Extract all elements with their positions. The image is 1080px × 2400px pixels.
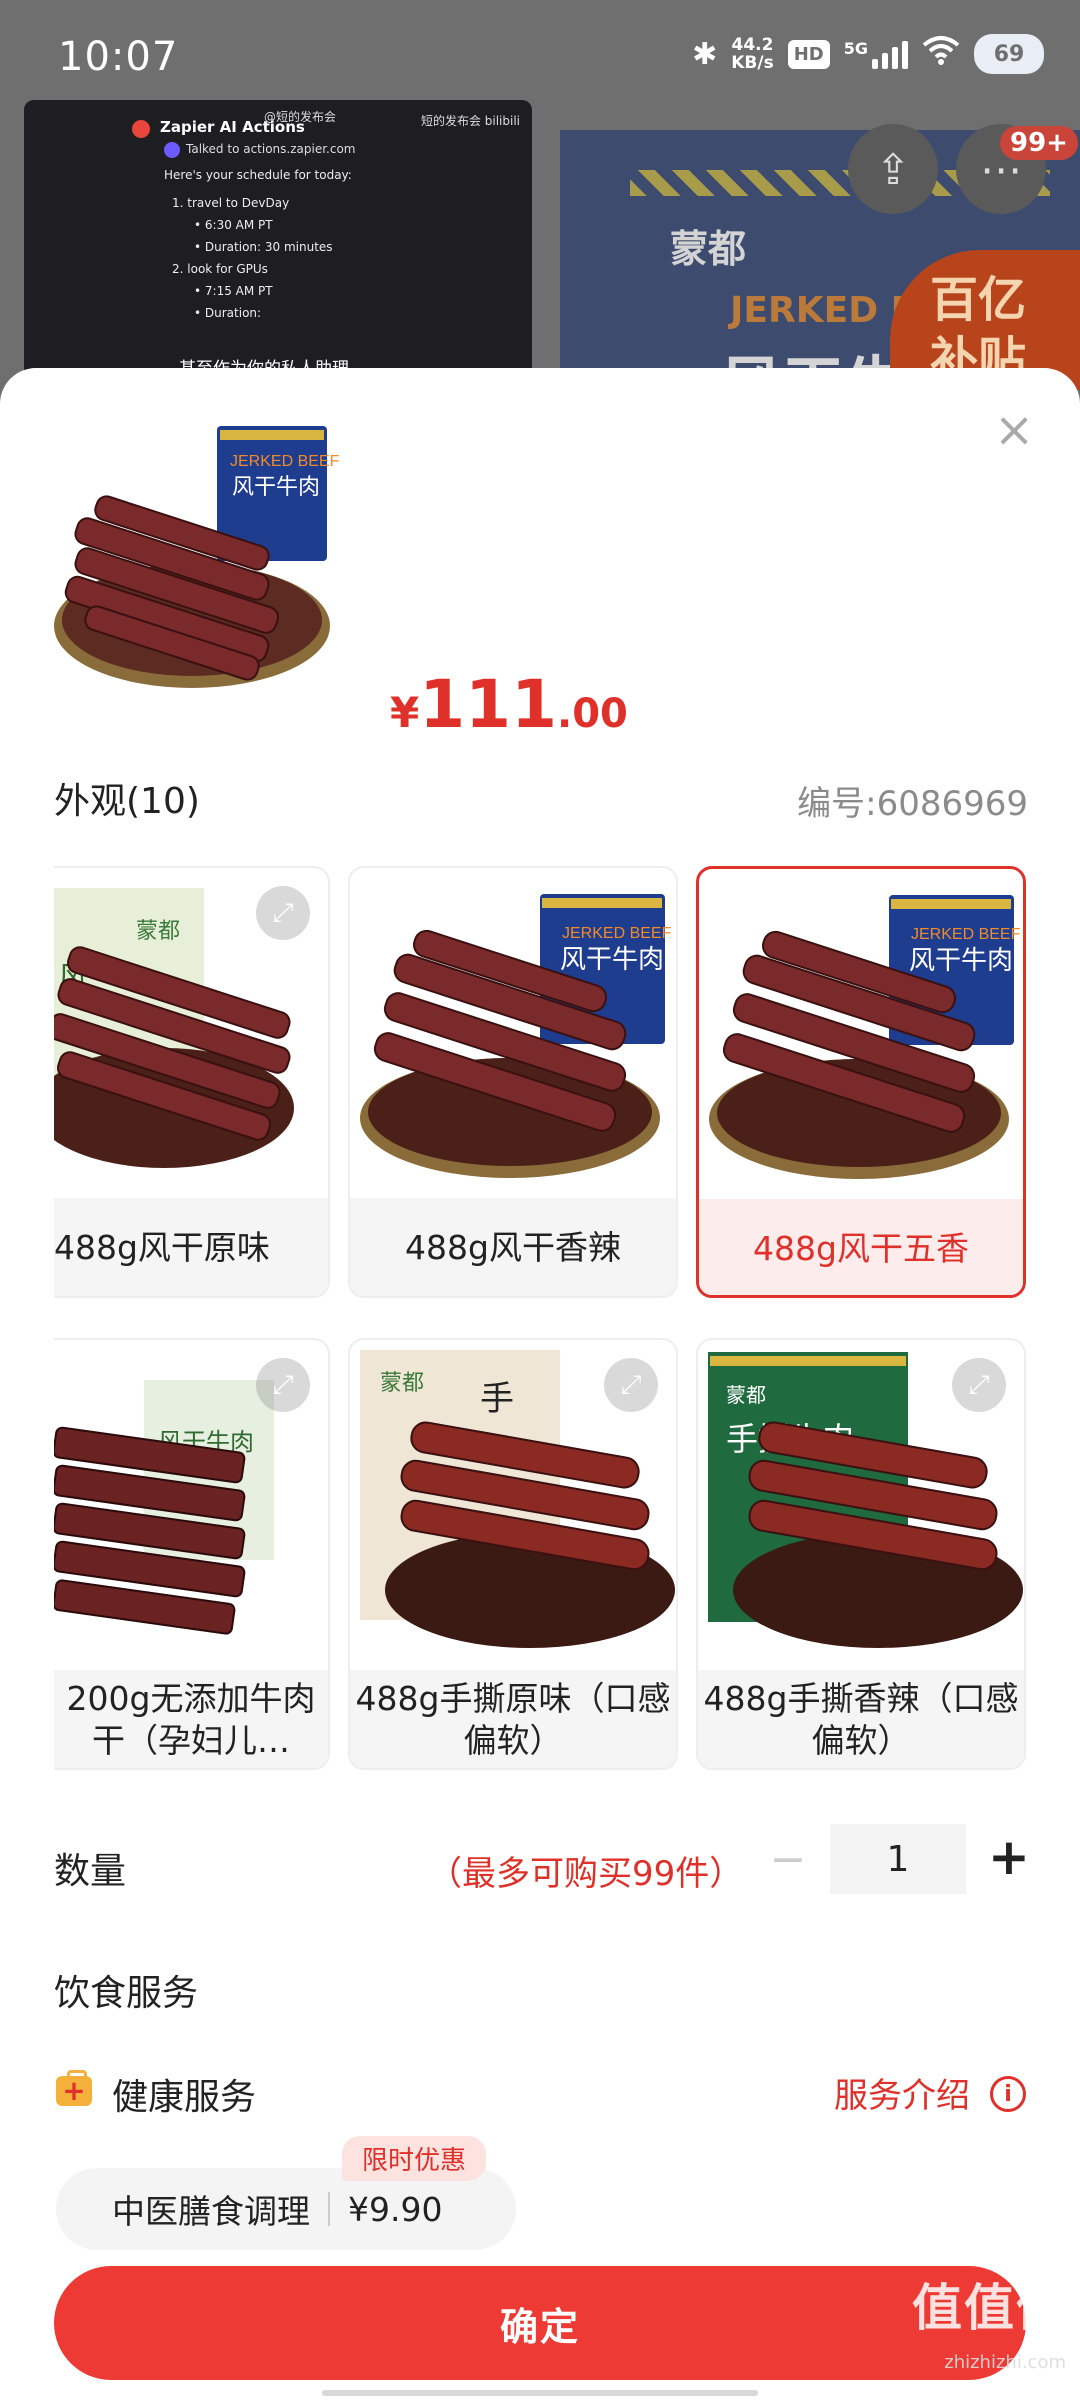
video-item-1: 1. travel to DevDay: [172, 196, 290, 210]
expand-icon[interactable]: ⤢: [952, 1358, 1006, 1412]
video-item-1a: • 6:30 AM PT: [194, 218, 273, 232]
video-talked: Talked to actions.zapier.com: [186, 142, 356, 156]
quantity-limit: （最多可购买99件）: [428, 1854, 744, 1894]
option-label: 488g手撕香辣（口感偏软）: [698, 1670, 1024, 1768]
option-card-selected[interactable]: JERKED BEEF 风干牛肉 488g风干五香: [696, 866, 1026, 1298]
svg-text:蒙都: 蒙都: [136, 919, 180, 944]
quantity-title: 数量: [54, 1851, 127, 1892]
option-card[interactable]: 蒙都 风 ⤢ 488g风干原味: [54, 866, 330, 1298]
share-icon[interactable]: ⇪: [848, 124, 938, 214]
sku-code: 编号:6086969: [797, 784, 1028, 824]
svg-text:风干牛肉: 风干牛肉: [232, 475, 320, 500]
option-image: JERKED BEEF 风干牛肉: [699, 869, 1023, 1199]
option-card[interactable]: JERKED BEEF 风干牛肉 488g风干香辣: [348, 866, 678, 1298]
background-brand: 蒙都: [670, 227, 747, 271]
health-service-label: 健康服务: [112, 2077, 257, 2118]
wifi-icon: [922, 35, 960, 73]
floating-video-window[interactable]: @短的发布会 短的发布会 bilibili Zapier AI Actions …: [24, 100, 532, 382]
video-item-2a: • 7:15 AM PT: [194, 284, 273, 298]
quantity-input[interactable]: 1: [830, 1824, 966, 1894]
product-main-image[interactable]: JERKED BEEF 风干牛肉: [52, 426, 342, 696]
option-label: 488g风干五香: [699, 1199, 1023, 1295]
expand-icon[interactable]: ⤢: [256, 886, 310, 940]
svg-text:JERKED BEEF: JERKED BEEF: [230, 453, 340, 470]
svg-text:蒙都: 蒙都: [726, 1383, 766, 1407]
product-price: ¥111.00: [390, 666, 628, 743]
svg-text:JERKED BEEF: JERKED BEEF: [911, 926, 1021, 943]
cart-count-badge: 99+: [1000, 126, 1078, 160]
sku-selection-sheet: × JERKED BEEF 风干牛肉 ¥111.00 外观(10) 编号:608…: [0, 368, 1080, 2400]
video-title: Zapier AI Actions: [160, 118, 305, 136]
option-label: 488g风干香辣: [350, 1198, 676, 1296]
svg-text:手: 手: [480, 1379, 514, 1419]
watermark-logo: 值值值: [912, 2279, 1068, 2337]
hd-icon: HD: [787, 39, 830, 69]
network-speed: 44.2 KB/s: [731, 35, 774, 73]
check-icon: [164, 142, 180, 158]
service-intro-link[interactable]: 服务介绍: [834, 2068, 970, 2117]
svg-text:蒙都: 蒙都: [380, 1371, 424, 1396]
bluetooth-icon: ✱: [692, 36, 718, 72]
video-item-1b: • Duration: 30 minutes: [194, 240, 333, 254]
video-item-2: 2. look for GPUs: [172, 262, 268, 276]
svg-text:风干牛肉: 风干牛肉: [909, 946, 1013, 976]
video-watermark-right: 短的发布会 bilibili: [420, 114, 520, 128]
divider: [328, 2192, 330, 2226]
medical-kit-icon: [56, 2070, 92, 2107]
battery-icon: 69: [974, 34, 1044, 74]
option-label: 488g手撕原味（口感偏软）: [350, 1670, 676, 1768]
appearance-title: 外观(10): [54, 781, 200, 822]
svg-text:JERKED BEEF: JERKED BEEF: [562, 925, 672, 942]
video-item-2b: • Duration:: [194, 306, 262, 320]
quantity-decrease-button[interactable]: −: [768, 1834, 808, 1885]
option-label: 488g风干原味: [54, 1198, 328, 1296]
info-icon[interactable]: i: [990, 2076, 1026, 2112]
confirm-button[interactable]: 确定: [54, 2266, 1026, 2380]
expand-icon[interactable]: ⤢: [604, 1358, 658, 1412]
option-card[interactable]: 风干牛肉 ⤢ 200g无添加牛肉干（孕妇儿…: [54, 1338, 330, 1770]
service-name: 中医膳食调理: [112, 2192, 310, 2231]
home-indicator[interactable]: [322, 2390, 758, 2396]
option-image: JERKED BEEF 风干牛肉: [350, 868, 676, 1198]
quantity-increase-button[interactable]: +: [988, 1828, 1030, 1886]
status-time: 10:07: [58, 34, 179, 80]
watermark-url: zhizhizhi.com: [944, 2352, 1066, 2373]
svg-text:风干牛肉: 风干牛肉: [560, 945, 664, 975]
expand-icon[interactable]: ⤢: [256, 1358, 310, 1412]
diet-service-title: 饮食服务: [54, 1973, 199, 2014]
service-price: ¥9.90: [348, 2189, 443, 2229]
option-card[interactable]: 蒙都 手撕牛肉 ⤢ 488g手撕香辣（口感偏软）: [696, 1338, 1026, 1770]
limited-offer-badge: 限时优惠: [342, 2136, 487, 2181]
close-icon[interactable]: ×: [994, 406, 1034, 454]
video-intro: Here's your schedule for today:: [164, 168, 352, 182]
status-icons: ✱ 44.2 KB/s HD 5G 69: [692, 34, 1044, 74]
zapier-logo-icon: [132, 120, 150, 138]
option-card[interactable]: 蒙都 手 ⤢ 488g手撕原味（口感偏软）: [348, 1338, 678, 1770]
cellular-signal-icon: 5G: [844, 39, 908, 69]
option-label: 200g无添加牛肉干（孕妇儿…: [54, 1670, 328, 1768]
